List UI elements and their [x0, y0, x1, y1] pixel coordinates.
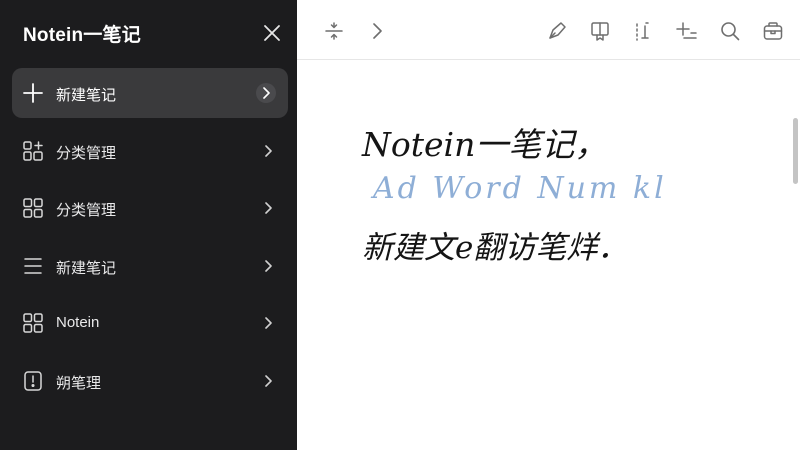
- handwritten-line: Notein一笔记，: [362, 125, 608, 164]
- editor-toolbar: [297, 0, 800, 60]
- sidebar-item-new-note[interactable]: 新建笔记: [12, 68, 288, 118]
- grid-icon: [22, 312, 44, 334]
- chevron-right-icon: [258, 198, 278, 218]
- handwritten-line: 新建文e翻访笔烊．: [362, 230, 629, 266]
- sidebar-item-notein[interactable]: Notein: [12, 298, 288, 348]
- sidebar-item-label: 朔笔理: [56, 374, 102, 392]
- add-page-button[interactable]: [674, 18, 700, 44]
- bookmark-icon: [591, 22, 609, 41]
- sidebar-item-label: 分类管理: [56, 144, 117, 162]
- sidebar-header: Notein一笔记: [0, 0, 297, 64]
- note-canvas[interactable]: Notein一笔记， Ad Word Num kl 新建文e翻访笔烊．: [297, 60, 800, 450]
- bookmark-button[interactable]: [587, 18, 613, 44]
- forward-button[interactable]: [364, 18, 390, 44]
- add-page-icon: [676, 22, 697, 39]
- vertical-scrollbar[interactable]: [793, 118, 798, 184]
- close-icon: [264, 25, 280, 41]
- sidebar-item-label: Notein: [56, 314, 100, 331]
- chevron-right-icon: [258, 313, 278, 333]
- grid-icon: [22, 197, 44, 219]
- sidebar-item-new-note-2[interactable]: 新建笔记: [12, 241, 288, 291]
- chevron-right-icon: [373, 23, 382, 39]
- sidebar-item-label: 分类管理: [56, 202, 117, 219]
- chevron-right-icon: [256, 83, 276, 103]
- chevron-right-icon: [258, 371, 278, 391]
- list-icon: [22, 255, 44, 277]
- text-insert-icon: [636, 22, 649, 41]
- sidebar-item-label: 新建笔记: [56, 259, 117, 277]
- note-editor: Notein一笔记， Ad Word Num kl 新建文e翻访笔烊．: [297, 0, 800, 450]
- chevron-right-icon: [258, 141, 278, 161]
- split-icon: [325, 22, 343, 40]
- search-icon: [721, 22, 740, 41]
- toolbox-button[interactable]: [760, 18, 786, 44]
- sidebar-item-category-manage-2[interactable]: 分类管理: [12, 183, 288, 233]
- sidebar: Notein一笔记 新建笔记 分类管理 分类管理 新建笔记 Notein 朔笔理: [0, 0, 297, 450]
- sidebar-item-label: 新建笔记: [56, 87, 117, 104]
- pen-tool-button[interactable]: [544, 18, 570, 44]
- sidebar-item-category-manage[interactable]: 分类管理: [12, 126, 288, 176]
- text-insert-button[interactable]: [631, 18, 657, 44]
- pen-icon: [549, 22, 566, 39]
- plus-icon: [22, 82, 44, 104]
- toolbox-icon: [763, 22, 783, 40]
- sidebar-menu: 新建笔记 分类管理 分类管理 新建笔记 Notein 朔笔理: [12, 68, 288, 413]
- split-view-button[interactable]: [321, 18, 347, 44]
- close-sidebar-button[interactable]: [259, 20, 285, 46]
- category-grid-icon: [22, 140, 44, 162]
- info-card-icon: [22, 370, 44, 392]
- handwritten-line-blue: Ad Word Num kl: [373, 171, 667, 206]
- search-button[interactable]: [717, 18, 743, 44]
- sidebar-item-note-manage[interactable]: 朔笔理: [12, 356, 288, 406]
- chevron-right-icon: [258, 256, 278, 276]
- app-title: Notein一笔记: [23, 25, 141, 46]
